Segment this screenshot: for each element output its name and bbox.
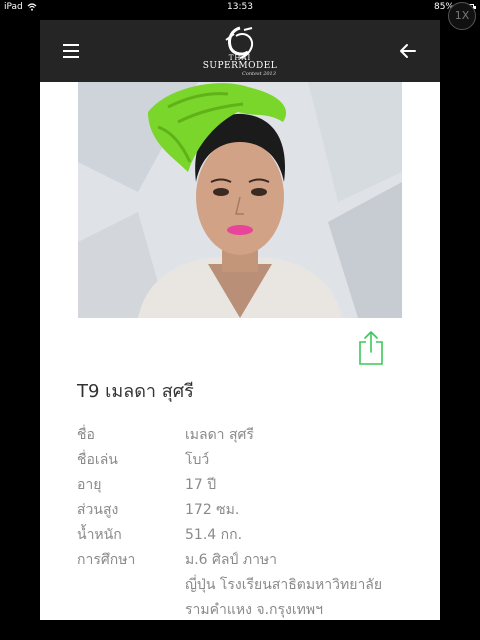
info-value: ม.6 ศิลป์ ภาษา — [185, 552, 278, 568]
info-value: เมลดา สุศรี — [185, 427, 254, 443]
logo-line-2: SUPERMODEL — [202, 61, 278, 71]
logo-line-3: Contest 2013 — [242, 71, 276, 77]
info-label: ส่วนสูง — [77, 502, 119, 518]
info-label: อายุ — [77, 477, 102, 493]
model-photo — [78, 82, 402, 318]
info-value: 172 ซม. — [185, 502, 240, 518]
model-name-title: T9 เมลดา สุศรี — [77, 381, 194, 402]
info-row: ชื่อเล่น โบว์ — [77, 448, 417, 473]
thai-supermodel-logo[interactable]: THAI SUPERMODEL Contest 2013 — [190, 26, 290, 78]
zoom-button[interactable]: 1X — [448, 2, 476, 30]
info-row: อายุ 17 ปี — [77, 473, 417, 498]
share-icon[interactable] — [357, 330, 385, 366]
info-label: น้ำหนัก — [77, 527, 122, 543]
info-label — [77, 573, 185, 598]
info-value: 51.4 กก. — [185, 527, 243, 543]
info-label — [77, 598, 185, 620]
info-value: 17 ปี — [185, 477, 217, 493]
info-value: ญี่ปุ่น โรงเรียนสาธิตมหาวิทยาลัย — [185, 577, 383, 593]
status-bar: iPad 13:53 85% — [0, 0, 480, 14]
info-label: ชื่อเล่น — [77, 452, 118, 468]
info-row: รามคำแหง จ.กรุงเทพฯ — [77, 598, 417, 620]
model-info-list: ชื่อ เมลดา สุศรี ชื่อเล่น โบว์ อายุ 17 ปี ส… — [77, 423, 417, 620]
info-label: การศึกษา — [77, 552, 136, 568]
back-arrow-icon[interactable] — [398, 41, 418, 61]
menu-icon[interactable] — [63, 44, 79, 58]
model-portrait-image — [78, 82, 402, 318]
status-time: 13:53 — [227, 2, 253, 12]
app-window: THAI SUPERMODEL Contest 2013 T9 เมลดา สุ… — [40, 20, 440, 620]
info-row: น้ำหนัก 51.4 กก. — [77, 523, 417, 548]
info-row: ชื่อ เมลดา สุศรี — [77, 423, 417, 448]
info-value: รามคำแหง จ.กรุงเทพฯ — [185, 602, 323, 618]
info-value: โบว์ — [185, 452, 210, 468]
top-header: THAI SUPERMODEL Contest 2013 — [40, 20, 440, 82]
info-row: ญี่ปุ่น โรงเรียนสาธิตมหาวิทยาลัย — [77, 573, 417, 598]
info-label: ชื่อ — [77, 427, 95, 443]
info-row: ส่วนสูง 172 ซม. — [77, 498, 417, 523]
info-row: การศึกษา ม.6 ศิลป์ ภาษา — [77, 548, 417, 573]
